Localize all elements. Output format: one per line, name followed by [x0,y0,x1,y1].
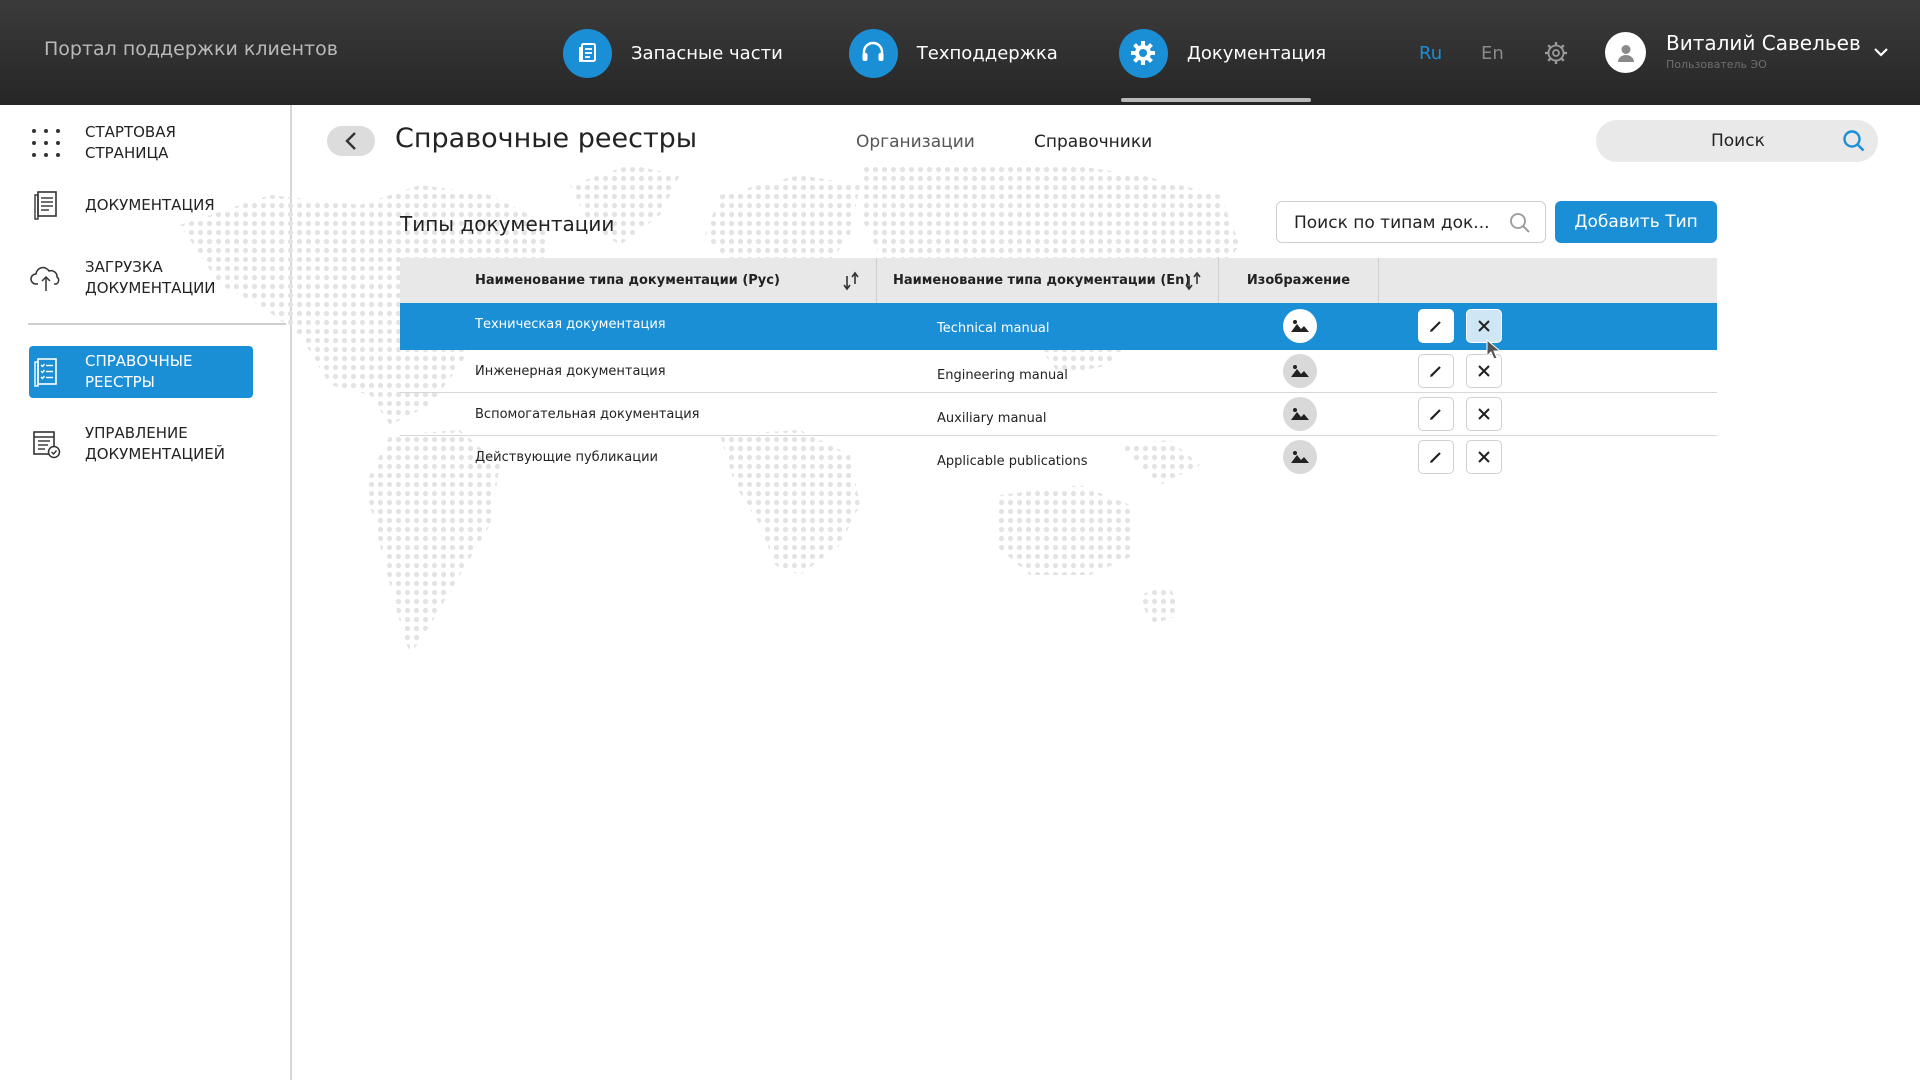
chevron-down-icon[interactable] [1872,44,1890,58]
image-icon[interactable] [1283,440,1317,474]
image-icon[interactable] [1283,397,1317,431]
column-header-name-ru[interactable]: Наименование типа документации (Рус) [400,258,877,303]
back-button[interactable] [327,126,375,156]
document-manage-icon [29,427,63,461]
cell-name-ru: Вспомогательная документация [475,407,700,422]
column-header-label: Наименование типа документации (En) [893,273,1191,288]
cell-name-en: Auxiliary manual [937,411,1047,426]
grid-dots-icon [29,126,63,160]
edit-button[interactable] [1418,309,1454,343]
close-icon [1478,451,1490,463]
lang-ru[interactable]: Ru [1419,43,1442,64]
topnav-label: Документация [1186,42,1327,64]
doc-type-search-placeholder: Поиск по типам док... [1294,213,1490,233]
pencil-icon [1430,452,1441,463]
avatar[interactable] [1605,32,1646,73]
document-list-icon [563,28,612,78]
sidebar-item-label: Стартовая страница [85,123,176,162]
search-icon[interactable] [1842,129,1866,153]
user-icon [1617,44,1634,62]
close-icon [1478,320,1490,332]
sort-icon[interactable] [1182,270,1204,292]
image-icon[interactable] [1283,309,1317,343]
portal-title: Портал поддержки клиентов [44,38,338,60]
top-bar: Портал поддержки клиентов Запасные части… [0,0,1920,105]
column-header-image: Изображение [1219,258,1379,303]
cell-name-en: Applicable publications [937,454,1088,469]
pencil-icon [1430,366,1441,377]
tab-organizations[interactable]: Организации [856,132,975,152]
doc-type-search-input[interactable]: Поиск по типам док... [1276,201,1546,243]
global-search-input[interactable]: Поиск [1596,120,1878,162]
chevron-left-icon [345,132,356,150]
table-header: Наименование типа документации (Рус) Наи… [400,258,1717,303]
top-nav: Запасные части Техподдержка Документация [563,28,1327,102]
document-icon [29,188,63,222]
mouse-cursor-icon [1486,339,1502,360]
topnav-spare-parts[interactable]: Запасные части [563,28,783,78]
table-row[interactable]: Действующие публикации Applicable public… [400,436,1717,479]
sort-icon[interactable] [840,270,862,292]
tab-reference-books[interactable]: Справочники [1034,132,1152,152]
close-icon [1478,365,1490,377]
lang-en[interactable]: En [1481,43,1504,64]
user-role: Пользователь ЭО [1666,58,1767,71]
gear-icon [1118,28,1168,78]
global-search-placeholder: Поиск [1711,131,1765,151]
image-icon[interactable] [1283,354,1317,388]
topnav-support[interactable]: Техподдержка [848,28,1058,78]
edit-button[interactable] [1418,440,1454,474]
doc-types-table: Наименование типа документации (Рус) Наи… [400,258,1717,479]
delete-button[interactable] [1466,309,1502,343]
column-header-label: Изображение [1246,273,1351,288]
close-icon [1478,408,1490,420]
sidebar-item-start-page[interactable]: Стартовая страница [29,123,253,162]
cloud-upload-icon [29,261,63,295]
headset-icon [848,28,898,78]
column-header-label: Наименование типа документации (Рус) [475,273,780,288]
add-type-button[interactable]: Добавить Тип [1555,201,1717,243]
column-header-name-en[interactable]: Наименование типа документации (En) [877,258,1219,303]
cell-name-en: Technical manual [937,321,1050,336]
topnav-label: Запасные части [631,42,783,64]
pencil-icon [1430,321,1441,332]
search-icon[interactable] [1509,212,1531,234]
checklist-icon [29,355,63,389]
pencil-icon [1430,409,1441,420]
edit-button[interactable] [1418,397,1454,431]
section-title: Типы документации [400,212,615,236]
page-title: Справочные реестры [395,123,698,154]
delete-button[interactable] [1466,397,1502,431]
delete-button[interactable] [1466,440,1502,474]
table-row[interactable]: Вспомогательная документация Auxiliary m… [400,393,1717,436]
topnav-documentation[interactable]: Документация [1118,28,1327,102]
edit-button[interactable] [1418,354,1454,388]
topnav-label: Техподдержка [916,42,1058,64]
table-row[interactable]: Инженерная документация Engineering manu… [400,350,1717,393]
user-name: Виталий Савельев [1666,31,1861,55]
cell-name-ru: Техническая документация [475,317,666,332]
cell-name-ru: Действующие публикации [475,450,658,465]
settings-gear-icon[interactable] [1543,40,1569,66]
table-row[interactable]: Техническая документация Technical manua… [400,303,1717,350]
column-header-actions [1379,258,1717,303]
cell-name-ru: Инженерная документация [475,364,666,379]
cell-name-en: Engineering manual [937,368,1068,383]
